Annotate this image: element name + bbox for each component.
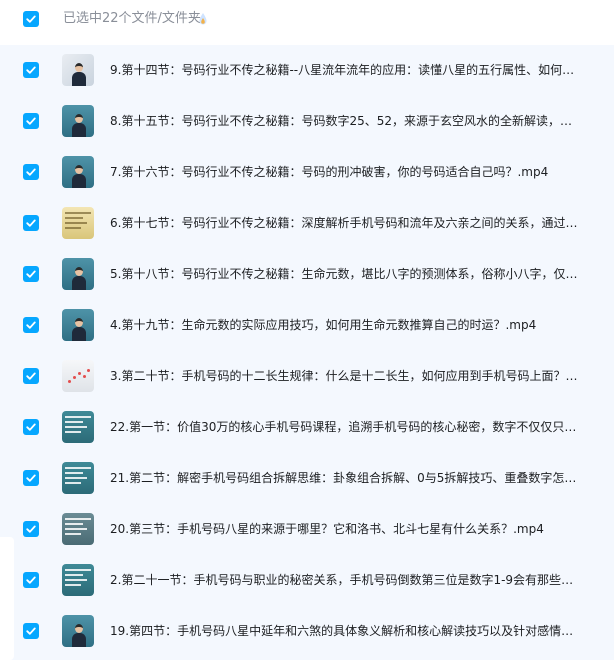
checkmark-icon (26, 423, 36, 431)
selection-header: 已选中22个文件/文件夹 (0, 0, 614, 40)
video-thumbnail (62, 54, 94, 86)
file-row[interactable]: 4.第十九节：生命元数的实际应用技巧，如何用生命元数推算自己的时运？.mp4 (0, 300, 614, 351)
video-thumbnail (62, 309, 94, 341)
file-checkbox[interactable] (23, 164, 39, 180)
lecturer-head (75, 318, 83, 327)
file-checkbox[interactable] (23, 419, 39, 435)
chart-dot (68, 380, 71, 383)
chart-dot (83, 375, 86, 378)
slide-text-lines (65, 518, 91, 540)
file-name[interactable]: 21.第二节：解密手机号码组合拆解思维：卦象组合拆解、0与5拆解技巧、重叠数字怎… (110, 470, 580, 487)
chart-dot (78, 372, 81, 375)
file-name[interactable]: 8.第十五节：号码行业不传之秘籍：号码数字25、52，来源于玄空风水的全新解读，… (110, 113, 580, 130)
selection-count-text: 已选中22个文件/文件夹 (63, 11, 201, 26)
file-checkbox[interactable] (23, 215, 39, 231)
video-thumbnail (62, 411, 94, 443)
video-thumbnail (62, 615, 94, 647)
video-thumbnail (62, 156, 94, 188)
lecturer-figure (72, 267, 86, 290)
lecturer-figure (72, 165, 86, 188)
checkmark-icon (26, 15, 36, 23)
file-row[interactable]: 8.第十五节：号码行业不传之秘籍：号码数字25、52，来源于玄空风水的全新解读，… (0, 96, 614, 147)
file-row[interactable]: 7.第十六节：号码行业不传之秘籍：号码的刑冲破害，你的号码适合自己吗？.mp4 (0, 147, 614, 198)
file-checkbox[interactable] (23, 572, 39, 588)
lecturer-figure (72, 63, 86, 86)
lecturer-head (75, 165, 83, 174)
file-name[interactable]: 20.第三节：手机号码八星的来源于哪里？它和洛书、北斗七星有什么关系？.mp4 (110, 521, 580, 538)
file-checkbox[interactable] (23, 266, 39, 282)
chart-dot (73, 376, 76, 379)
lecturer-head (75, 267, 83, 276)
file-checkbox[interactable] (23, 521, 39, 537)
chart-dot (87, 369, 90, 372)
file-name[interactable]: 5.第十八节：号码行业不传之秘籍：生命元数，堪比八字的预测体系，俗称小八字，仅凭… (110, 266, 580, 283)
file-row[interactable]: 21.第二节：解密手机号码组合拆解思维：卦象组合拆解、0与5拆解技巧、重叠数字怎… (0, 453, 614, 504)
file-name[interactable]: 6.第十七节：号码行业不传之秘籍：深度解析手机号码和流年及六亲之间的关系，通过号… (110, 215, 580, 232)
file-row[interactable]: 19.第四节：手机号码八星中延年和六煞的具体象义解析和核心解读技巧以及针对感情方… (0, 606, 614, 657)
checkmark-icon (26, 219, 36, 227)
file-checkbox[interactable] (23, 470, 39, 486)
chart-dots (66, 366, 90, 386)
file-name[interactable]: 19.第四节：手机号码八星中延年和六煞的具体象义解析和核心解读技巧以及针对感情方… (110, 623, 580, 640)
file-row[interactable]: 22.第一节：价值30万的核心手机号码课程，追溯手机号码的核心秘密，数字不仅仅只… (0, 402, 614, 453)
file-checkbox[interactable] (23, 317, 39, 333)
video-thumbnail (62, 105, 94, 137)
lecturer-head (75, 63, 83, 72)
video-thumbnail (62, 258, 94, 290)
file-checkbox[interactable] (23, 62, 39, 78)
file-row[interactable]: 3.第二十节：手机号码的十二长生规律：什么是十二长生，如何应用到手机号码上面？.… (0, 351, 614, 402)
video-thumbnail (62, 360, 94, 392)
lecturer-body (72, 174, 86, 188)
video-thumbnail (62, 513, 94, 545)
video-thumbnail (62, 564, 94, 596)
checkmark-icon (26, 168, 36, 176)
file-name[interactable]: 3.第二十节：手机号码的十二长生规律：什么是十二长生，如何应用到手机号码上面？.… (110, 368, 580, 385)
lecturer-head (75, 114, 83, 123)
lecturer-head (75, 624, 83, 633)
file-name[interactable]: 9.第十四节：号码行业不传之秘籍--八星流年流年的应用：读懂八星的五行属性、如何… (110, 62, 580, 79)
file-name[interactable]: 22.第一节：价值30万的核心手机号码课程，追溯手机号码的核心秘密，数字不仅仅只… (110, 419, 580, 436)
slide-text-lines (65, 416, 91, 438)
file-row[interactable]: 9.第十四节：号码行业不传之秘籍--八星流年流年的应用：读懂八星的五行属性、如何… (0, 45, 614, 96)
slide-text-lines (65, 569, 91, 591)
file-name[interactable]: 7.第十六节：号码行业不传之秘籍：号码的刑冲破害，你的号码适合自己吗？.mp4 (110, 164, 580, 181)
file-name[interactable]: 4.第十九节：生命元数的实际应用技巧，如何用生命元数推算自己的时运？.mp4 (110, 317, 580, 334)
video-thumbnail (62, 207, 94, 239)
file-list: 9.第十四节：号码行业不传之秘籍--八星流年流年的应用：读懂八星的五行属性、如何… (0, 45, 614, 660)
file-checkbox[interactable] (23, 623, 39, 639)
lecturer-body (72, 72, 86, 86)
lecturer-body (72, 327, 86, 341)
checkmark-icon (26, 627, 36, 635)
checkmark-icon (26, 474, 36, 482)
checkmark-icon (26, 270, 36, 278)
file-selection-page: 已选中22个文件/文件夹 9.第十四节：号码行业不传之秘籍--八星流年流年的应用… (0, 0, 614, 660)
drop-icon[interactable] (197, 12, 209, 26)
checkmark-icon (26, 525, 36, 533)
checkmark-icon (26, 372, 36, 380)
slide-text-lines (65, 467, 91, 489)
lecturer-figure (72, 114, 86, 137)
file-checkbox[interactable] (23, 113, 39, 129)
checkmark-icon (26, 321, 36, 329)
file-row[interactable]: 6.第十七节：号码行业不传之秘籍：深度解析手机号码和流年及六亲之间的关系，通过号… (0, 198, 614, 249)
file-checkbox[interactable] (23, 368, 39, 384)
file-row[interactable]: 5.第十八节：号码行业不传之秘籍：生命元数，堪比八字的预测体系，俗称小八字，仅凭… (0, 249, 614, 300)
file-name[interactable]: 2.第二十一节：手机号码与职业的秘密关系，手机号码倒数第三位是数字1-9会有那些… (110, 572, 580, 589)
file-row[interactable]: 20.第三节：手机号码八星的来源于哪里？它和洛书、北斗七星有什么关系？.mp4 (0, 504, 614, 555)
lecturer-body (72, 276, 86, 290)
video-thumbnail (62, 462, 94, 494)
slide-text-lines (65, 212, 91, 234)
lecturer-body (72, 633, 86, 647)
select-all-checkbox[interactable] (23, 11, 39, 27)
lecturer-body (72, 123, 86, 137)
checkmark-icon (26, 66, 36, 74)
file-row[interactable]: 2.第二十一节：手机号码与职业的秘密关系，手机号码倒数第三位是数字1-9会有那些… (0, 555, 614, 606)
lecturer-figure (72, 624, 86, 647)
lecturer-figure (72, 318, 86, 341)
checkmark-icon (26, 576, 36, 584)
side-panel-edge (0, 537, 14, 660)
checkmark-icon (26, 117, 36, 125)
